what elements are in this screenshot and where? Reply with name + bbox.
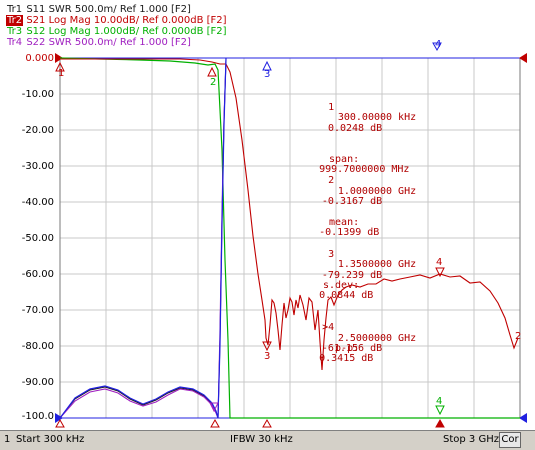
marker-2-icon[interactable] [207, 66, 217, 77]
stat-span: span: 999.7000000 MHz [283, 144, 409, 186]
trace-1-line [59, 59, 227, 419]
stat-mean-value: -0.1399 dB [319, 227, 380, 238]
channel-number[interactable]: 1 [4, 434, 10, 445]
status-bar: 1 Start 300 kHz IFBW 30 kHz Stop 3 GHz C… [0, 430, 535, 450]
stim-marker-2-icon[interactable] [210, 418, 220, 428]
marker-3-top-label: 3 [264, 69, 271, 80]
marker-4-bottom-icon[interactable] [435, 405, 445, 416]
marker-4-bottom-label: 4 [436, 396, 443, 407]
cor-button[interactable]: Cor [499, 432, 521, 448]
marker-4-top-label: 4 [435, 39, 442, 50]
marker-row-1-freq: 300.00000 kHz [337, 112, 417, 123]
marker-1-label: 1 [58, 68, 65, 79]
stat-pp: p-p: 0.3415 dB [283, 333, 409, 375]
stim-marker-4-icon[interactable] [435, 418, 445, 428]
ifbw[interactable]: IFBW 30 kHz [230, 434, 293, 445]
stim-marker-3-icon[interactable] [262, 418, 272, 428]
marker-row-1-id: 1 [328, 101, 335, 113]
vna-window: Tr1 S11 SWR 500.0m/ Ref 1.000 [F2] Tr2 S… [0, 0, 535, 450]
trace-4-line [59, 59, 227, 419]
stat-span-value: 999.7000000 MHz [319, 164, 410, 175]
trace-2-end-label: 2 [515, 331, 522, 342]
stat-sdev-value: 0.0844 dB [319, 290, 374, 301]
stat-pp-value: 0.3415 dB [319, 353, 374, 364]
marker-2-label: 2 [210, 77, 217, 88]
stop-frequency[interactable]: Stop 3 GHz [443, 434, 499, 445]
plot-area[interactable] [0, 0, 535, 449]
marker-4-label: 4 [436, 257, 443, 268]
stat-mean: mean: -0.1399 dB [283, 207, 409, 249]
marker-3-label: 3 [264, 351, 271, 362]
start-frequency[interactable]: Start 300 kHz [16, 434, 84, 445]
stat-sdev: s.dev: 0.0844 dB [283, 270, 409, 312]
stats-panel: span: 999.7000000 MHz mean: -0.1399 dB s… [283, 123, 409, 396]
